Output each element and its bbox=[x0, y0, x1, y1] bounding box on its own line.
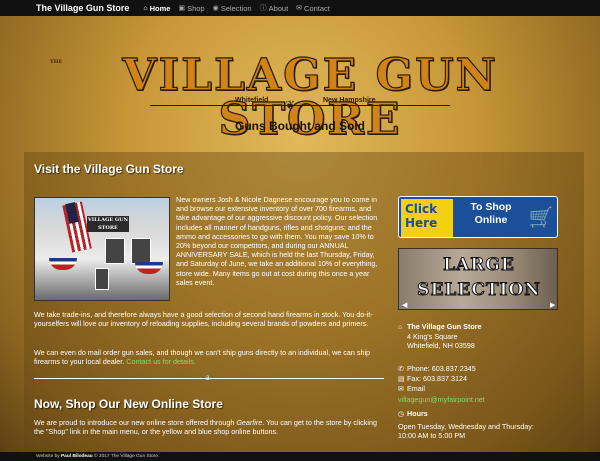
footer-copyright: © 2017 The Village Gun Store. bbox=[94, 454, 160, 459]
click-here-label: Click Here bbox=[401, 199, 453, 237]
fax-number: Fax: 603.837.3124 bbox=[407, 374, 467, 384]
divider-marker: 3 bbox=[206, 376, 210, 382]
shop-heading: Now, Shop Our New Online Store bbox=[34, 397, 223, 411]
nav-selection-label: Selection bbox=[220, 3, 252, 13]
shop-online-label: To Shop Online bbox=[457, 201, 525, 227]
click-text: Click bbox=[405, 202, 438, 216]
nav-shop[interactable]: ▣ Shop bbox=[178, 4, 204, 13]
nav-about[interactable]: ⓘ About bbox=[260, 3, 289, 13]
email-label: Email bbox=[407, 384, 425, 394]
visit-paragraph-2: We take trade-ins, and therefore always … bbox=[34, 310, 373, 329]
nav-selection[interactable]: ◉ Selection bbox=[213, 4, 252, 13]
to-shop-text: To Shop bbox=[470, 201, 512, 213]
visit-paragraph-3: We can even do mail order gun sales, and… bbox=[34, 348, 386, 366]
address-block: ⌂ The Village Gun Store 4 King's Square W… bbox=[398, 322, 578, 351]
shop-icon: ▣ bbox=[178, 5, 186, 12]
slider-next-icon[interactable]: ▶ bbox=[550, 301, 555, 309]
here-text: Here bbox=[405, 216, 438, 230]
mail-order-text: We can even do mail order gun sales, and… bbox=[34, 348, 371, 367]
visit-heading: Visit the Village Gun Store bbox=[34, 162, 184, 176]
logo-town: Whitefield bbox=[235, 97, 269, 104]
home-icon: ⌂ bbox=[143, 4, 148, 12]
gearfire-text: Gearfire bbox=[236, 418, 263, 427]
visit-intro: New owners Josh & Nicole Dagnese encoura… bbox=[176, 195, 378, 287]
store-name: The Village Gun Store bbox=[407, 322, 482, 331]
nav-contact[interactable]: ✉ Contact bbox=[296, 4, 330, 13]
logo-rule bbox=[150, 105, 450, 106]
door-shape bbox=[95, 268, 109, 290]
slide-line-2: SELECTION bbox=[417, 280, 541, 300]
bunting-icon bbox=[49, 258, 77, 270]
shop-text-1: We are proud to introduce our new online… bbox=[34, 418, 235, 427]
slide-line-1: LARGE bbox=[443, 255, 515, 275]
storefront-photo: VILLAGE GUN STORE bbox=[34, 197, 170, 301]
contact-details-link[interactable]: Contact us for details. bbox=[126, 357, 196, 366]
hours-line-1: Open Tuesday, Wednesday and Thursday: bbox=[398, 422, 534, 432]
phone-icon: ✆ bbox=[398, 366, 404, 373]
online-text: Online bbox=[474, 214, 508, 226]
window-shape bbox=[105, 238, 125, 264]
hours-block: ◷ Hours Open Tuesday, Wednesday and Thurs… bbox=[398, 409, 578, 441]
selection-icon: ◉ bbox=[212, 5, 219, 12]
tagline: Guns Bought and Sold bbox=[235, 119, 365, 133]
nav-home[interactable]: ⌂ Home bbox=[143, 4, 170, 13]
slider-prev-icon[interactable]: ◀ bbox=[402, 301, 407, 309]
store-sign: VILLAGE GUN STORE bbox=[87, 216, 129, 232]
bunting-icon bbox=[135, 262, 163, 274]
email-icon: ✉ bbox=[398, 386, 404, 394]
contact-icon: ✉ bbox=[296, 5, 303, 12]
email-link[interactable]: villagegun@myfairpoint.net bbox=[398, 395, 578, 404]
city: Whitefield, NH 03598 bbox=[407, 341, 475, 351]
shop-online-button[interactable]: Click Here To Shop Online 🛒 bbox=[398, 196, 558, 238]
window-shape bbox=[131, 238, 151, 264]
clock-icon: ◷ bbox=[398, 411, 405, 418]
hours-heading: Hours bbox=[407, 409, 428, 418]
street: 4 King's Square bbox=[407, 332, 458, 342]
hours-line-2: 10:00 AM to 5:00 PM bbox=[398, 431, 466, 441]
brand-link[interactable]: The Village Gun Store bbox=[36, 3, 129, 13]
nav-about-label: About bbox=[268, 3, 289, 13]
shop-paragraph: We are proud to introduce our new online… bbox=[34, 418, 386, 436]
logo-state: New Hampshire bbox=[323, 97, 376, 104]
flourish-ornament-icon: ❦ bbox=[285, 98, 296, 112]
nav-shop-label: Shop bbox=[187, 3, 205, 13]
main-content: Visit the Village Gun Store VILLAGE GUN … bbox=[24, 152, 584, 452]
about-icon: ⓘ bbox=[259, 5, 267, 12]
nav-home-label: Home bbox=[149, 3, 171, 13]
footer-author-link[interactable]: Paul Bilodeau bbox=[61, 454, 93, 459]
footer-prefix: Website by bbox=[36, 454, 60, 459]
top-navbar: The Village Gun Store ⌂ Home ▣ Shop ◉ Se… bbox=[0, 0, 600, 16]
shopping-cart-icon: 🛒 bbox=[528, 207, 554, 229]
footer: Website by Paul Bilodeau © 2017 The Vill… bbox=[0, 452, 600, 461]
nav-contact-label: Contact bbox=[304, 3, 330, 13]
phone-number: Phone: 603.837.2345 bbox=[407, 364, 476, 373]
phone-block: ✆ Phone: 603.837.2345 ▤ Fax: 603.837.3124 … bbox=[398, 364, 578, 404]
header-logo: THE VILLAGE GUN STORE Whitefield ❦ New H… bbox=[0, 16, 600, 152]
selection-slider[interactable]: LARGE SELECTION ◀ ▶ bbox=[398, 248, 558, 310]
home-icon: ⌂ bbox=[398, 324, 403, 331]
fax-icon: ▤ bbox=[398, 376, 405, 384]
